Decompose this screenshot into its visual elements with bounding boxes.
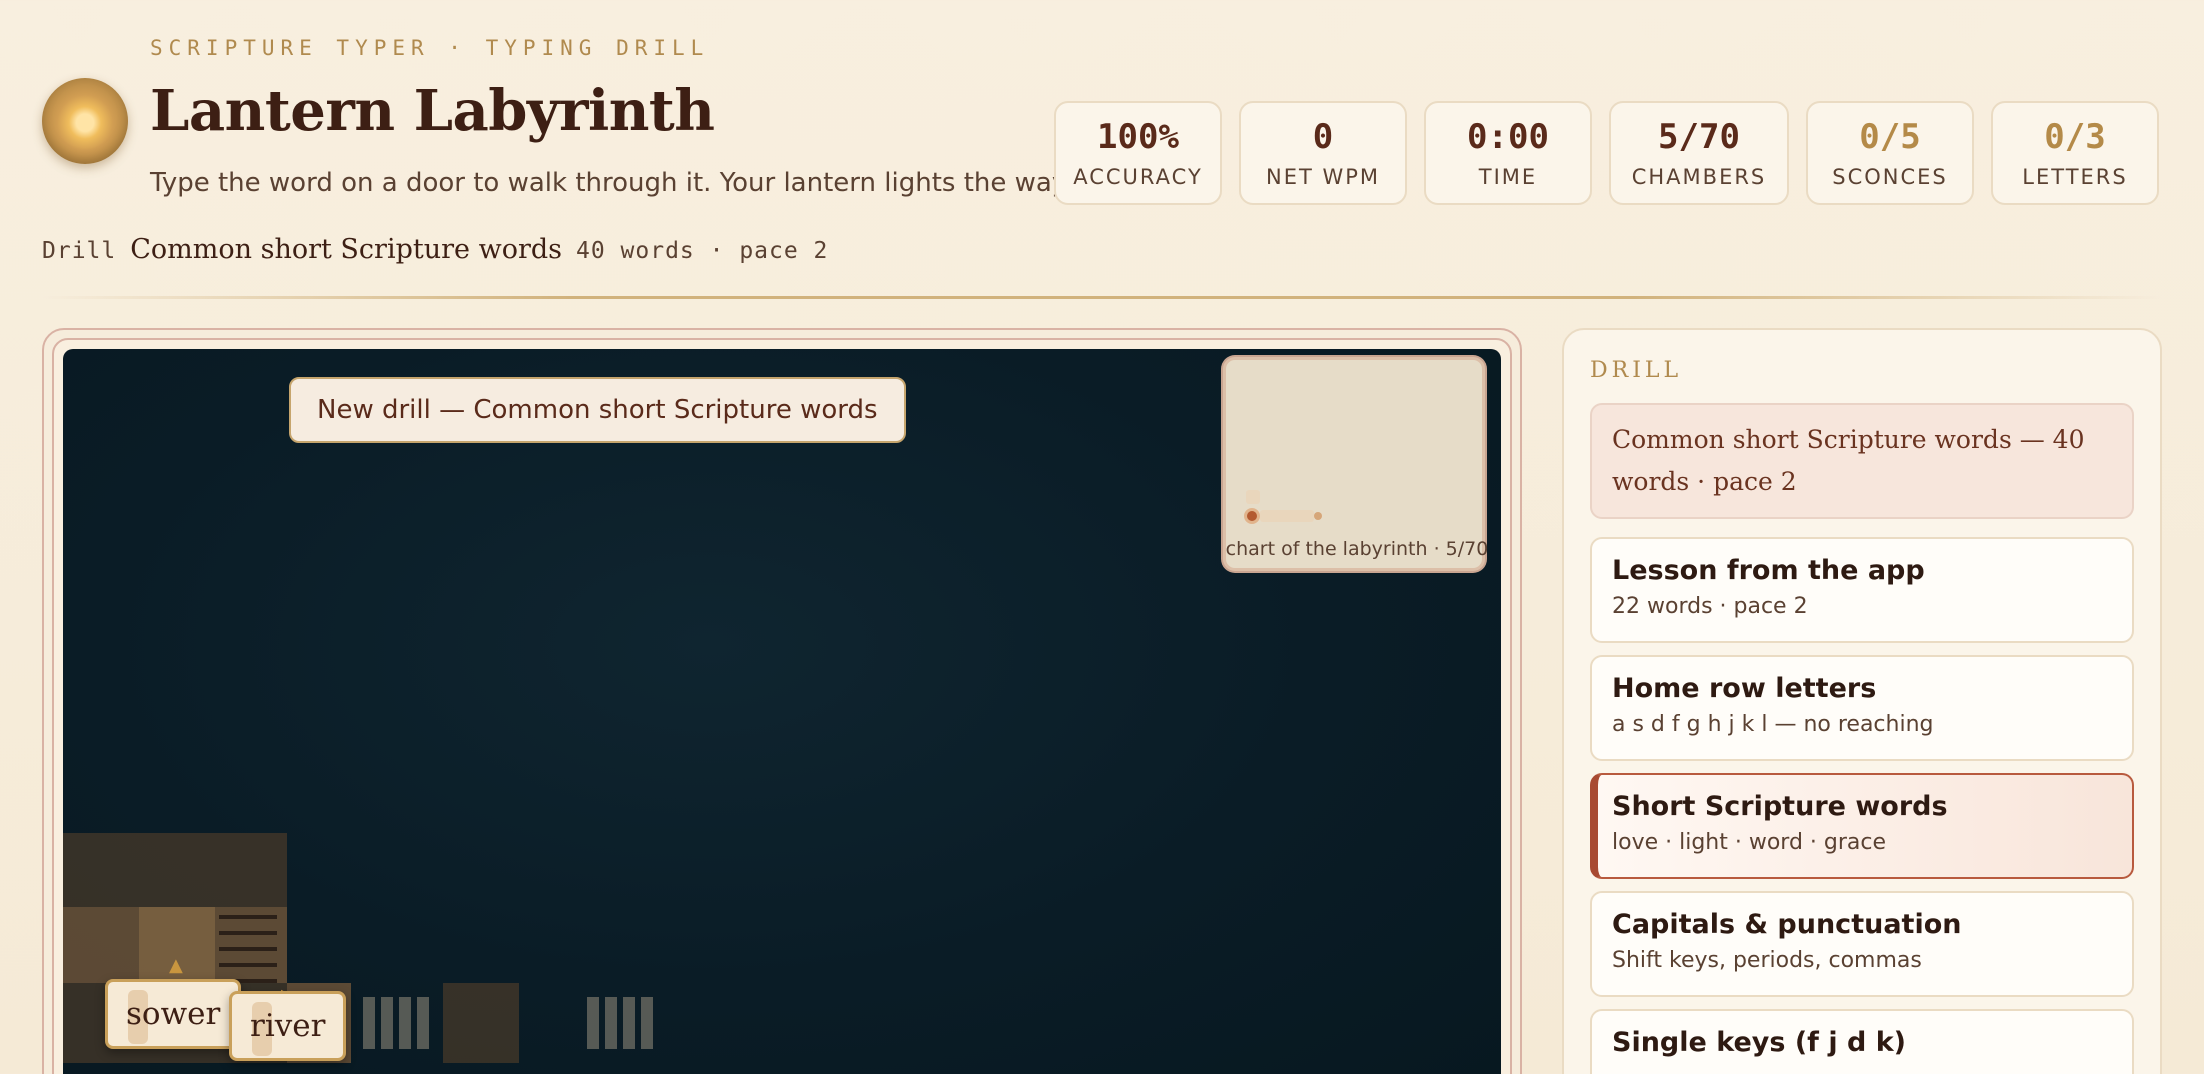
stat-sconces: 0/5 SCONCES [1806, 101, 1974, 205]
path-up-arrow-icon: ▲ [169, 955, 183, 976]
option-subtitle: a s d f g h j k l — no reaching [1612, 712, 1934, 737]
divider [42, 296, 2162, 299]
stat-value: 5/70 [1658, 117, 1740, 157]
stat-time: 0:00 TIME [1424, 101, 1592, 205]
page-title: Lantern Labyrinth [150, 78, 715, 144]
player-marker-icon [1244, 508, 1260, 524]
stat-label: TIME [1478, 165, 1538, 189]
stats-bar: 100% ACCURACY 0 NET WPM 0:00 TIME 5/70 C… [1054, 101, 2159, 205]
maze-gate [363, 997, 429, 1049]
stat-letters: 0/3 LETTERS [1991, 101, 2159, 205]
drill-meta: 40 words · pace 2 [576, 238, 829, 264]
option-title: Single keys (f j d k) [1612, 1027, 1906, 1058]
stat-label: CHAMBERS [1631, 165, 1767, 189]
maze-tile [443, 983, 519, 1063]
stat-value: 100% [1097, 117, 1179, 157]
drill-option-home-row[interactable]: Home row letters a s d f g h j k l — no … [1590, 655, 2134, 761]
option-subtitle: Shift keys, periods, commas [1612, 948, 1922, 973]
lantern-icon [42, 78, 128, 164]
minimap-cell [1260, 510, 1314, 522]
game-frame-inner: ▲ ▶ New drill — Common short Scripture w… [52, 338, 1512, 1074]
maze-gate [587, 997, 653, 1049]
option-subtitle: love · light · word · grace [1612, 830, 1887, 855]
stat-value: 0 [1312, 117, 1334, 157]
option-title: Lesson from the app [1612, 555, 1925, 586]
game-frame: ▲ ▶ New drill — Common short Scripture w… [42, 328, 1522, 1074]
stat-value: 0/3 [2044, 117, 2106, 157]
drill-option-short-words[interactable]: Short Scripture words love · light · wor… [1590, 773, 2134, 879]
door-word[interactable]: sower [105, 979, 242, 1049]
drill-option-single-keys[interactable]: Single keys (f j d k) [1590, 1009, 2134, 1074]
option-subtitle: 22 words · pace 2 [1612, 594, 1808, 619]
maze-tile [63, 833, 139, 907]
option-title: Home row letters [1612, 673, 1877, 704]
page-subtitle: Type the word on a door to walk through … [150, 168, 1072, 198]
option-title: Short Scripture words [1612, 791, 1948, 822]
drill-line: Drill Common short Scripture words 40 wo… [42, 234, 828, 265]
drill-option-lesson[interactable]: Lesson from the app 22 words · pace 2 [1590, 537, 2134, 643]
minimap-sconce-icon [1314, 512, 1322, 520]
stat-label: SCONCES [1832, 165, 1948, 189]
minimap-label: chart of the labyrinth · 5/70 [1225, 538, 1489, 560]
eyebrow: SCRIPTURE TYPER · TYPING DRILL [150, 36, 710, 60]
stat-label: NET WPM [1265, 165, 1381, 189]
stat-chambers: 5/70 CHAMBERS [1609, 101, 1789, 205]
door-word-label: sower [126, 996, 221, 1032]
stat-label: LETTERS [2022, 165, 2128, 189]
drill-banner: New drill — Common short Scripture words [289, 377, 906, 443]
stat-value: 0:00 [1467, 117, 1549, 157]
drill-panel: DRILL Common short Scripture words — 40 … [1562, 328, 2162, 1074]
panel-heading: DRILL [1590, 358, 1683, 383]
drill-option-capitals[interactable]: Capitals & punctuation Shift keys, perio… [1590, 891, 2134, 997]
maze-tile [139, 833, 215, 907]
stat-label: ACCURACY [1073, 165, 1203, 189]
stat-value: 0/5 [1859, 117, 1921, 157]
maze-tile [215, 833, 287, 907]
maze-tile [63, 907, 139, 983]
door-word[interactable]: river [229, 991, 347, 1061]
door-word-label: river [250, 1008, 326, 1044]
minimap-cell [1246, 490, 1260, 504]
stat-accuracy: 100% ACCURACY [1054, 101, 1222, 205]
option-title: Capitals & punctuation [1612, 909, 1962, 940]
drill-tag: Drill [42, 238, 117, 264]
stat-net-wpm: 0 NET WPM [1239, 101, 1407, 205]
drill-name: Common short Scripture words [130, 234, 562, 265]
current-drill: Common short Scripture words — 40 words … [1590, 403, 2134, 519]
maze-canvas[interactable]: ▲ ▶ New drill — Common short Scripture w… [63, 349, 1501, 1074]
minimap: chart of the labyrinth · 5/70 [1223, 357, 1488, 571]
